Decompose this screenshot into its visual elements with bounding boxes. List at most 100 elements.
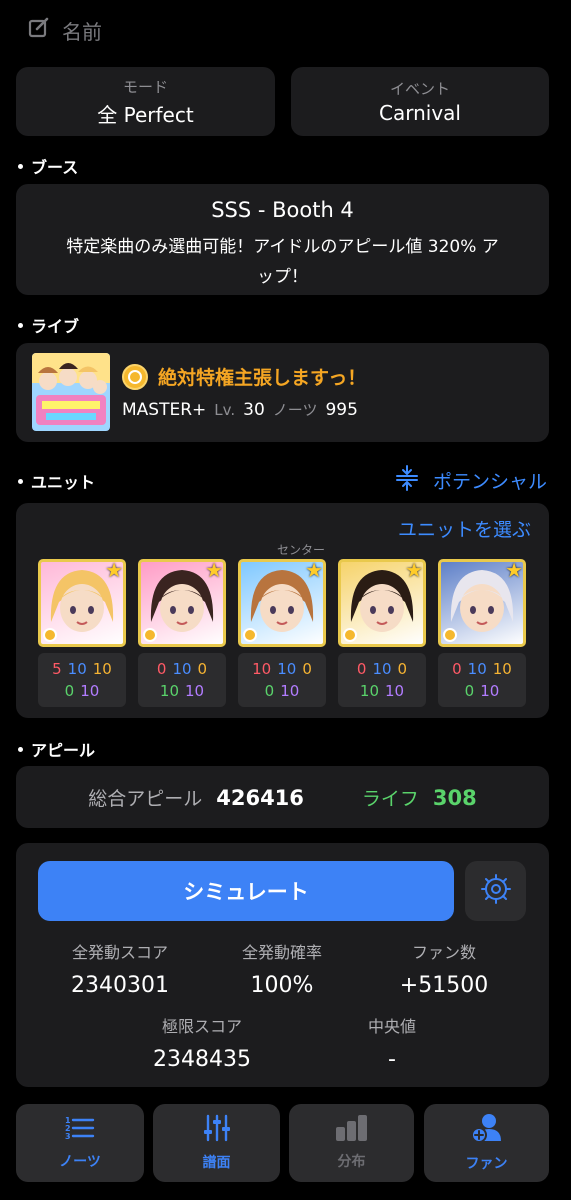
full-rate-stat: 全発動確率 100% [241, 943, 322, 998]
event-selector[interactable]: イベント Carnival [291, 67, 549, 136]
tab-fans[interactable]: ファン [424, 1104, 549, 1182]
idol-potential-4: 0 10 0 10 10 [338, 653, 426, 707]
idol-potential-1: 5 10 10 0 10 [38, 653, 126, 707]
potential-value: 0 [302, 660, 312, 678]
total-appeal-value: 426416 [216, 786, 304, 810]
booth-description: 特定楽曲のみ選曲可能！アイドルのアピール値 320% ア ップ！ [66, 237, 499, 287]
appeal-section-label: アピール [31, 741, 96, 760]
mode-selector[interactable]: モード 全 Perfect [16, 67, 275, 136]
live-section-label: ライブ [31, 317, 80, 336]
idol-slot-4[interactable]: ★ [338, 559, 426, 647]
expand-vertical-icon [395, 465, 419, 496]
select-unit-button[interactable]: ユニットを選ぶ [398, 515, 531, 542]
potential-value: 10 [467, 660, 487, 678]
potential-value: 10 [252, 660, 272, 678]
gear-icon [480, 874, 511, 908]
live-card[interactable]: 絶対特権主張しますっ！ MASTER+ Lv. 30 ノーツ 995 [16, 343, 549, 442]
name-field[interactable]: 名前 [28, 14, 102, 46]
median-stat: 中央値 - [367, 1017, 416, 1072]
attribute-gem-icon [43, 628, 57, 642]
idol-potential-3: 10 10 0 0 10 [238, 653, 326, 707]
potential-value: 0 [452, 660, 462, 678]
unit-card: ユニットを選ぶ センター ★ 5 10 10 0 10 ★ 0 10 0 10 10 ★ 10 10 0 0 10… [16, 503, 549, 718]
tab-notes-label: ノーツ [59, 1154, 101, 1170]
idol-slot-3[interactable]: ★ [238, 559, 326, 647]
difficulty: MASTER+ [122, 400, 207, 420]
notes-label: ノーツ [272, 401, 318, 419]
potential-value: 10 [277, 660, 297, 678]
event-value: Carnival [379, 101, 461, 125]
potential-value: 10 [280, 682, 300, 700]
potential-value: 10 [492, 660, 512, 678]
simulation-settings-button[interactable] [465, 861, 526, 921]
potential-button[interactable]: ポテンシャル [395, 465, 547, 496]
level-label: Lv. [214, 401, 236, 419]
potential-value: 10 [80, 682, 100, 700]
simulation-card: シミュレート 全発動スコア 2340301 全発動確率 100% ファン数 +5… [16, 843, 549, 1087]
potential-value: 0 [356, 660, 367, 678]
appeal-section-header: アピール [18, 737, 95, 761]
name-label: 名前 [62, 19, 102, 44]
potential-value: 10 [159, 682, 179, 700]
edit-icon [28, 17, 50, 43]
booth-title: SSS - Booth 4 [211, 198, 354, 222]
limit-score-stat: 極限スコア 2348435 [153, 1017, 251, 1072]
person-add-icon [470, 1113, 503, 1147]
potential-value: 5 [52, 660, 62, 678]
star-icon: ★ [305, 559, 323, 582]
attribute-gem-icon [243, 628, 257, 642]
total-appeal-label: 総合アピール [88, 788, 203, 810]
potential-value: 10 [172, 660, 192, 678]
booth-section-header: ブース [18, 154, 78, 178]
potential-value: 0 [197, 660, 208, 678]
potential-value: 0 [464, 682, 475, 700]
idol-slot-2[interactable]: ★ [138, 559, 226, 647]
mode-caption: モード [122, 77, 168, 96]
potential-value: 0 [397, 660, 408, 678]
idol-potential-5: 0 10 10 0 10 [438, 653, 526, 707]
star-icon: ★ [205, 559, 223, 582]
life-label: ライフ [361, 788, 419, 810]
star-icon: ★ [405, 559, 423, 582]
attribute-gem-icon [443, 628, 457, 642]
potential-value: 0 [156, 660, 167, 678]
full-score-stat: 全発動スコア 2340301 [71, 943, 169, 998]
mode-value: 全 Perfect [97, 102, 194, 127]
sliders-icon [203, 1114, 231, 1146]
tab-chart-label: 譜面 [202, 1155, 231, 1171]
tab-distribution-label: 分布 [337, 1154, 366, 1170]
star-icon: ★ [505, 559, 523, 582]
potential-value: 10 [92, 660, 112, 678]
potential-value: 0 [264, 682, 275, 700]
simulate-button[interactable]: シミュレート [38, 861, 454, 921]
tab-distribution[interactable]: 分布 [289, 1104, 414, 1182]
song-jacket-image [32, 353, 110, 431]
level-value: 30 [243, 400, 265, 420]
potential-value: 10 [185, 682, 205, 700]
potential-value: 10 [67, 660, 87, 678]
svg-text:3: 3 [65, 1132, 71, 1141]
center-label: センター [276, 543, 325, 557]
song-meta: MASTER+ Lv. 30 ノーツ 995 [122, 399, 358, 420]
bar-chart-icon [335, 1115, 369, 1145]
tab-chart[interactable]: 譜面 [153, 1104, 280, 1182]
potential-value: 10 [480, 682, 500, 700]
potential-label: ポテンシャル [432, 471, 547, 493]
event-caption: イベント [389, 80, 450, 98]
fans-stat: ファン数 +51500 [399, 943, 489, 998]
idol-potential-2: 0 10 0 10 10 [138, 653, 226, 707]
list-icon: 1 2 3 [65, 1115, 95, 1145]
potential-value: 0 [64, 682, 75, 700]
star-icon: ★ [105, 559, 123, 582]
potential-value: 10 [359, 682, 379, 700]
tab-fans-label: ファン [465, 1156, 508, 1172]
tab-notes[interactable]: 1 2 3 ノーツ [16, 1104, 144, 1182]
attribute-gem-icon [343, 628, 357, 642]
potential-value: 10 [385, 682, 405, 700]
idol-slot-1[interactable]: ★ [38, 559, 126, 647]
song-attribute-icon [122, 363, 148, 390]
attribute-gem-icon [143, 628, 157, 642]
booth-card[interactable]: SSS - Booth 4 特定楽曲のみ選曲可能！アイドルのアピール値 320%… [16, 184, 549, 295]
idol-slot-5[interactable]: ★ [438, 559, 526, 647]
song-title: 絶対特権主張しますっ！ [122, 363, 366, 390]
